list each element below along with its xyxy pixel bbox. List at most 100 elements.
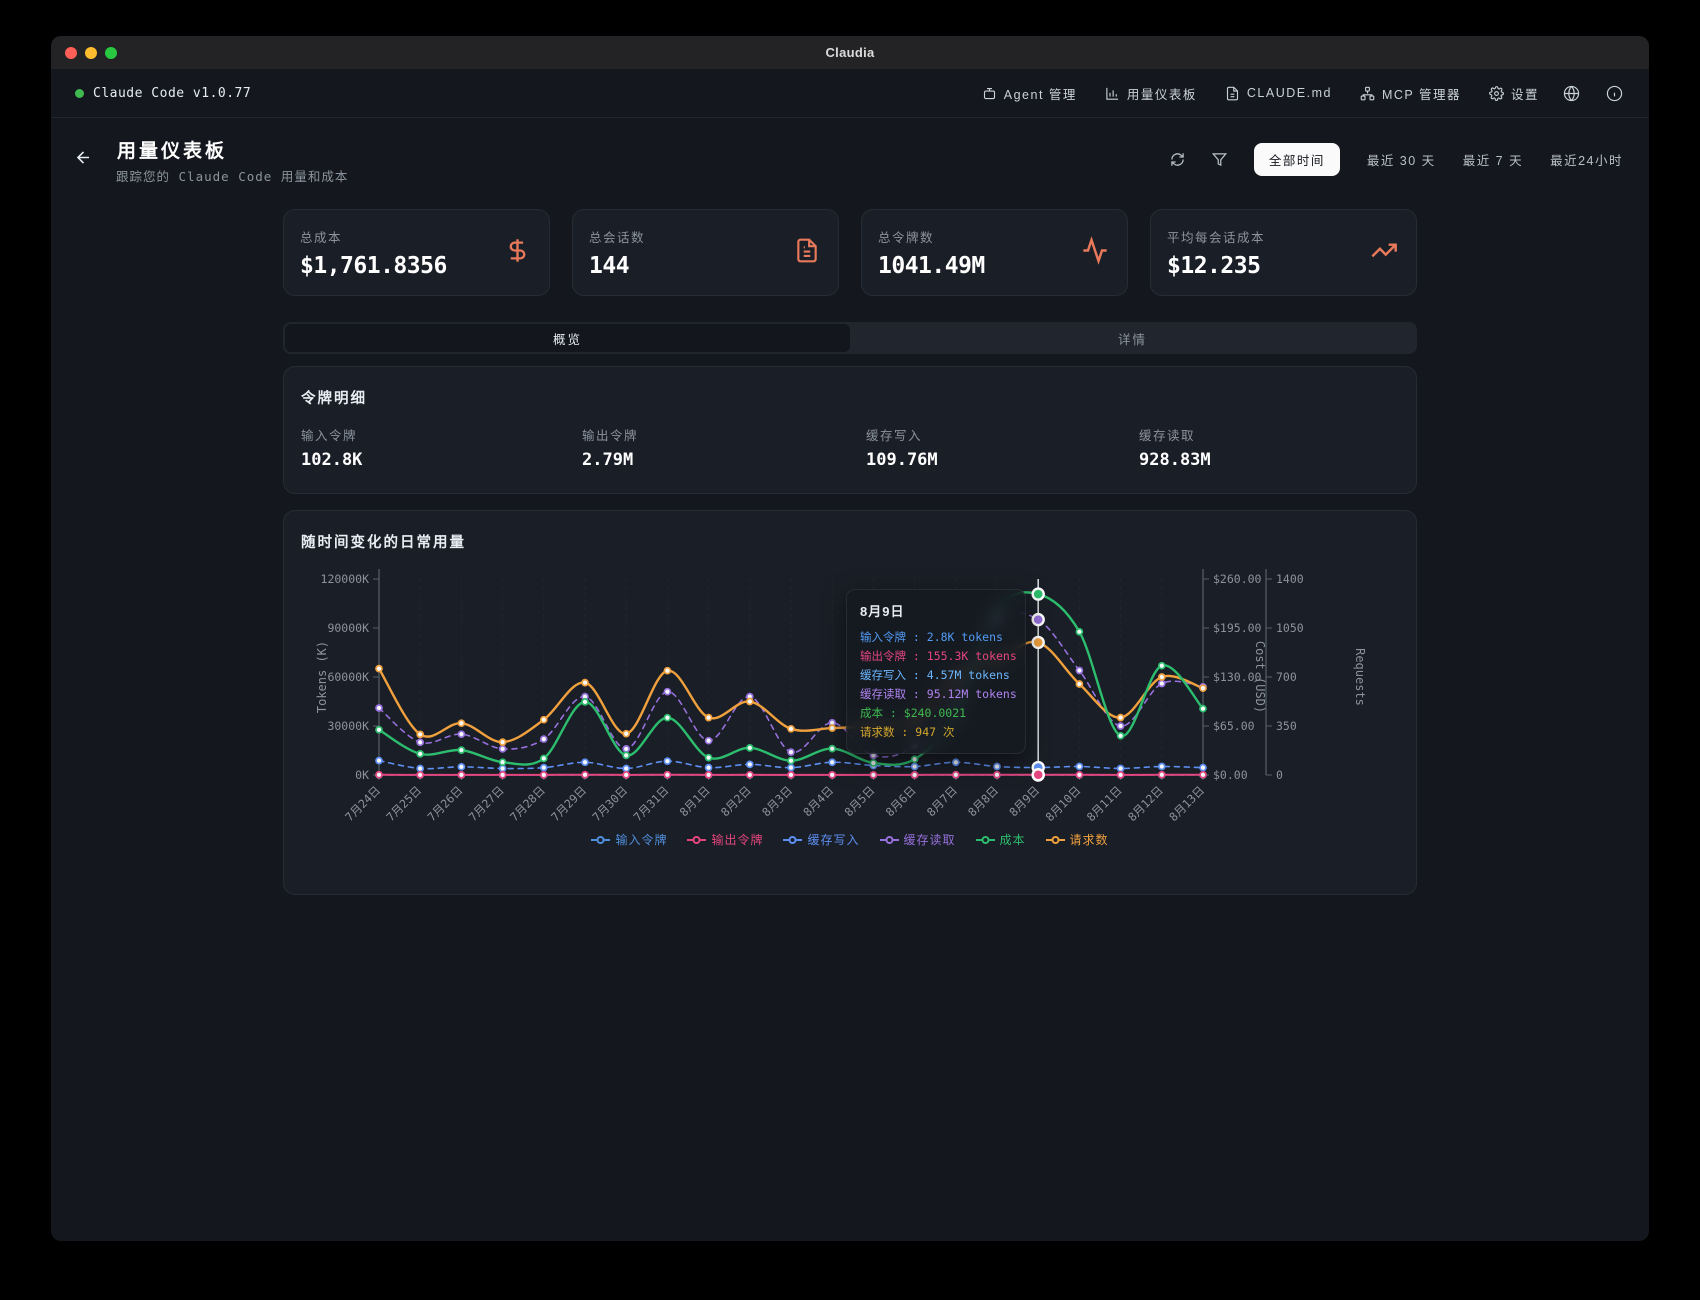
info-icon: [1606, 85, 1623, 102]
time-filter-24h[interactable]: 最近24小时: [1550, 150, 1623, 169]
tooltip-row-0: 输入令牌 : 2.8K tokens: [860, 628, 1012, 647]
zoom-window-button[interactable]: [105, 47, 117, 59]
token-breakdown-title: 令牌明细: [301, 387, 367, 408]
time-filters: 全部时间 最近 30 天 最近 7 天 最近24小时: [1254, 143, 1623, 176]
time-filter-all[interactable]: 全部时间: [1254, 143, 1340, 176]
status-dot: [75, 89, 84, 98]
stat-card-label: 总成本: [300, 227, 533, 246]
nav-item-agents[interactable]: Agent 管理: [982, 84, 1077, 103]
chart-legend: 输入令牌 输出令牌 缓存写入 缓存读取 成本 请求数: [284, 831, 1416, 848]
stat-card-3: 平均每会话成本$12.235: [1150, 209, 1417, 296]
top-nav: Agent 管理 用量仪表板 CLAUDE.md MCP 管理器 设置: [982, 84, 1539, 103]
app-window: Claudia Claude Code v1.0.77 Agent 管理用量仪表…: [51, 36, 1649, 1241]
close-window-button[interactable]: [65, 47, 77, 59]
svg-text:8月3日: 8月3日: [759, 783, 795, 819]
token-col-2: 缓存写入109.76M: [866, 425, 938, 470]
titlebar: Claudia: [51, 36, 1649, 69]
nav-item-label: CLAUDE.md: [1247, 86, 1332, 100]
legend-item-2[interactable]: 缓存写入: [783, 831, 859, 848]
tooltip-row-1: 输出令牌 : 155.3K tokens: [860, 647, 1012, 666]
time-filter-30d[interactable]: 最近 30 天: [1367, 150, 1436, 169]
svg-text:$195.00: $195.00: [1213, 621, 1262, 635]
legend-marker-icon: [1046, 835, 1065, 845]
legend-label: 输出令牌: [711, 831, 763, 848]
svg-text:8月5日: 8月5日: [842, 783, 878, 819]
stat-card-0: 总成本$1,761.8356: [283, 209, 550, 296]
svg-text:90000K: 90000K: [327, 621, 369, 635]
token-breakdown-card: 令牌明细 输入令牌102.8K输出令牌2.79M缓存写入109.76M缓存读取9…: [283, 366, 1417, 494]
nav-item-mcp[interactable]: MCP 管理器: [1360, 84, 1461, 103]
network-icon: [1360, 86, 1375, 101]
token-col-value: 109.76M: [866, 450, 938, 470]
svg-text:8月2日: 8月2日: [718, 783, 754, 819]
stat-card-icon: [794, 237, 820, 268]
svg-text:8月11日: 8月11日: [1084, 783, 1125, 824]
view-tabs: 概览详情: [283, 322, 1417, 354]
stat-card-label: 平均每会话成本: [1167, 227, 1400, 246]
svg-text:Requests: Requests: [1353, 648, 1367, 706]
nav-item-claudemd[interactable]: CLAUDE.md: [1225, 86, 1332, 101]
legend-item-4[interactable]: 成本: [976, 831, 1026, 848]
svg-text:$260.00: $260.00: [1213, 572, 1262, 586]
svg-text:$0.00: $0.00: [1213, 768, 1248, 782]
time-filter-7d[interactable]: 最近 7 天: [1463, 150, 1523, 169]
svg-text:0: 0: [1276, 768, 1283, 782]
legend-item-5[interactable]: 请求数: [1046, 831, 1109, 848]
stat-card-1: 总会话数144: [572, 209, 839, 296]
minimize-window-button[interactable]: [85, 47, 97, 59]
svg-text:8月10日: 8月10日: [1043, 783, 1084, 824]
stat-card-label: 总令牌数: [878, 227, 1111, 246]
svg-text:7月27日: 7月27日: [466, 783, 507, 824]
screen: Claudia Claude Code v1.0.77 Agent 管理用量仪表…: [0, 0, 1700, 1300]
tooltip-date: 8月9日: [860, 601, 1012, 620]
nav-item-label: Agent 管理: [1004, 84, 1077, 103]
svg-text:1050: 1050: [1276, 621, 1304, 635]
svg-text:700: 700: [1276, 670, 1297, 684]
svg-text:Cost (USD): Cost (USD): [1253, 641, 1267, 713]
chart-tooltip: 8月9日 输入令牌 : 2.8K tokens输出令牌 : 155.3K tok…: [846, 589, 1026, 754]
svg-text:7月26日: 7月26日: [425, 783, 466, 824]
legend-marker-icon: [880, 835, 899, 845]
filter-button[interactable]: [1212, 152, 1227, 167]
legend-label: 请求数: [1070, 831, 1109, 848]
token-col-label: 缓存读取: [1139, 425, 1211, 444]
svg-text:8月9日: 8月9日: [1006, 783, 1042, 819]
token-col-3: 缓存读取928.83M: [1139, 425, 1211, 470]
legend-item-0[interactable]: 输入令牌: [591, 831, 667, 848]
svg-text:8月7日: 8月7日: [924, 783, 960, 819]
stat-card-value: 1041.49M: [878, 253, 1111, 279]
tab-details[interactable]: 详情: [850, 324, 1415, 352]
file-text-icon: [794, 237, 820, 263]
info-button[interactable]: [1606, 85, 1623, 102]
refresh-icon: [1170, 152, 1185, 167]
gear-icon: [1489, 86, 1504, 101]
language-globe-button[interactable]: [1563, 85, 1580, 102]
svg-text:7月24日: 7月24日: [342, 783, 383, 824]
back-button[interactable]: [71, 145, 95, 169]
svg-text:8月1日: 8月1日: [677, 783, 713, 819]
stat-card-icon: [504, 237, 531, 269]
tooltip-row-2: 缓存写入 : 4.57M tokens: [860, 666, 1012, 685]
nav-item-settings[interactable]: 设置: [1489, 84, 1539, 103]
svg-text:7月30日: 7月30日: [589, 783, 630, 824]
token-col-value: 102.8K: [301, 450, 362, 470]
bot-icon: [982, 86, 997, 101]
page-header: 用量仪表板 跟踪您的 Claude Code 用量和成本 全部时间最近 30 天…: [51, 118, 1649, 196]
stat-cards-row: 总成本$1,761.8356 总会话数144 总令牌数 1041.49M 平均每会话成本…: [283, 209, 1417, 296]
svg-text:1400: 1400: [1276, 572, 1304, 586]
legend-marker-icon: [591, 835, 610, 845]
globe-icon: [1563, 85, 1580, 102]
legend-item-1[interactable]: 输出令牌: [687, 831, 763, 848]
svg-text:8月13日: 8月13日: [1166, 783, 1207, 824]
tab-overview[interactable]: 概览: [285, 324, 850, 352]
nav-item-usage[interactable]: 用量仪表板: [1105, 84, 1197, 103]
legend-marker-icon: [976, 835, 995, 845]
filter-bar: 全部时间 最近 30 天 最近 7 天 最近24小时: [1170, 143, 1623, 176]
refresh-button[interactable]: [1170, 152, 1185, 167]
svg-text:Tokens (K): Tokens (K): [315, 641, 329, 713]
svg-text:120000K: 120000K: [321, 572, 370, 586]
legend-item-3[interactable]: 缓存读取: [880, 831, 956, 848]
svg-text:7月28日: 7月28日: [507, 783, 548, 824]
app-header: Claude Code v1.0.77 Agent 管理用量仪表板CLAUDE.…: [51, 69, 1649, 118]
token-col-label: 输入令牌: [301, 425, 362, 444]
